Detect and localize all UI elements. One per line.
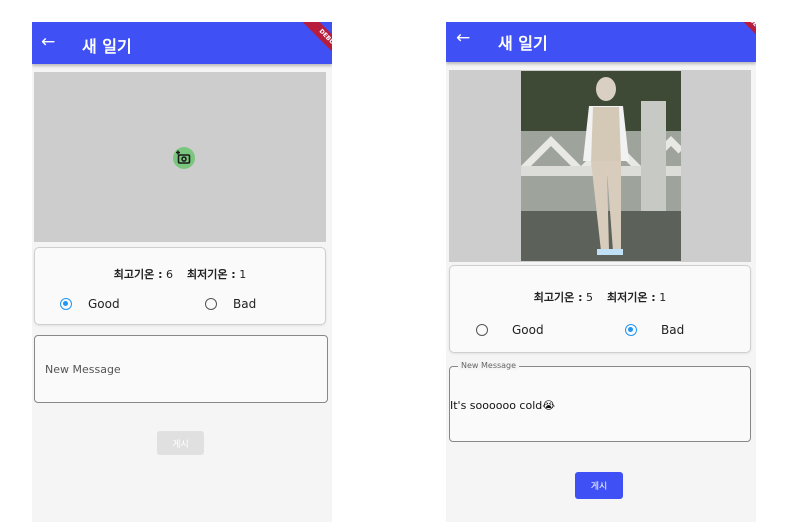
photo-placeholder[interactable] xyxy=(34,72,326,242)
arrow-left-icon[interactable]: ← xyxy=(41,34,55,51)
page-title: 새 일기 xyxy=(82,37,132,56)
temperature-row: 최고기온 : 6 최저기온 : 1 xyxy=(35,266,325,282)
mood-label-good: Good xyxy=(512,323,544,337)
page-title: 새 일기 xyxy=(498,34,548,53)
post-button[interactable]: 게시 xyxy=(575,472,623,499)
max-temp-label: 최고기온 : xyxy=(113,268,163,281)
mood-option-bad[interactable]: Bad xyxy=(625,323,684,337)
message-field[interactable]: New Message xyxy=(34,335,328,403)
max-temp-value: 6 xyxy=(166,268,173,281)
arrow-left-icon[interactable]: ← xyxy=(456,30,470,47)
min-temp-value: 1 xyxy=(659,291,667,304)
max-temp-label: 최고기온 : xyxy=(533,291,583,304)
message-field[interactable]: New Message It's soooooo cold😭 xyxy=(449,361,751,442)
add-a-photo-icon[interactable] xyxy=(172,146,196,170)
radio-selected-icon[interactable] xyxy=(625,324,637,336)
message-field-label: New Message xyxy=(458,361,520,370)
right-screen: ← 새 일기 DEBUG 최고기온 : 5 최저기온 : 1 Good Bad … xyxy=(446,22,756,522)
photo-container[interactable] xyxy=(449,70,751,262)
min-temp-value: 1 xyxy=(239,268,247,281)
mood-option-good[interactable]: Good xyxy=(60,297,120,311)
weather-mood-card: 최고기온 : 5 최저기온 : 1 Good Bad xyxy=(449,265,751,353)
app-bar: ← 새 일기 xyxy=(32,22,332,64)
mood-option-bad[interactable]: Bad xyxy=(205,297,256,311)
radio-unselected-icon[interactable] xyxy=(205,298,217,310)
max-temp-value: 5 xyxy=(586,291,593,304)
message-text: It's soooooo cold😭 xyxy=(450,399,556,412)
min-temp-label: 최저기온 : xyxy=(607,291,656,304)
app-bar: ← 새 일기 xyxy=(446,22,756,62)
temperature-row: 최고기온 : 5 최저기온 : 1 xyxy=(450,289,750,305)
mood-label-bad: Bad xyxy=(661,323,685,337)
radio-unselected-icon[interactable] xyxy=(476,324,488,336)
weather-mood-card: 최고기온 : 6 최저기온 : 1 Good Bad xyxy=(34,247,326,325)
selected-photo xyxy=(521,71,681,261)
radio-selected-icon[interactable] xyxy=(60,298,72,310)
mood-option-good[interactable]: Good xyxy=(476,323,544,337)
left-screen: ← 새 일기 DEBUG 최고기온 : 6 최저기온 : 1 Good Bad … xyxy=(32,22,332,522)
post-button[interactable]: 게시 xyxy=(157,431,204,455)
min-temp-label: 최저기온 : xyxy=(187,268,236,281)
mood-label-bad: Bad xyxy=(233,297,257,311)
message-placeholder: New Message xyxy=(45,363,121,376)
mood-label-good: Good xyxy=(88,297,120,311)
